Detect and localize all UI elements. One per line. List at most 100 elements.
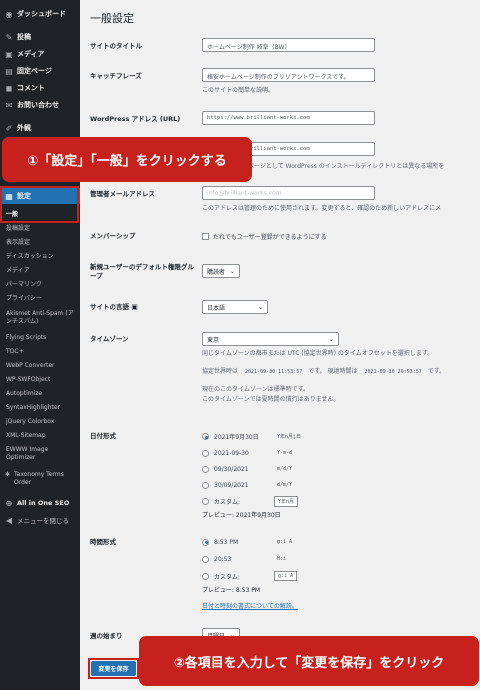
time-format-text: 8:53 PM: [214, 538, 239, 546]
wp-address-label: WordPress アドレス (URL): [90, 115, 181, 123]
date-format-text: 30/09/2021: [214, 481, 249, 489]
local-time: 2021-09-30 20:53:57: [361, 367, 425, 377]
radio-button[interactable]: [202, 498, 209, 505]
sidebar-item-comments[interactable]: ◼ コメント: [0, 81, 80, 95]
date-format-label: 日付形式: [90, 432, 116, 440]
tagline-description: このサイトの簡単な説明。: [202, 87, 275, 94]
date-format-option[interactable]: 09/30/2021 m/d/Y: [202, 465, 296, 473]
time-format-option[interactable]: 8:53 PM g:i A: [202, 538, 296, 546]
admin-sidebar: ◉ ダッシュボード ✎ 投稿 ▣ メディア ▤ 固定ページ ◼ コメント ✉ お問い合わせ …: [0, 0, 80, 690]
membership-checkbox[interactable]: [202, 233, 209, 240]
chevron-down-icon: ⌄: [229, 267, 235, 275]
submenu-swfobject[interactable]: WP-SWFObject: [6, 376, 78, 384]
time-format-text: カスタム:: [214, 573, 241, 581]
date-format-option[interactable]: カスタム: Y年n月: [202, 496, 299, 507]
wp-address-input[interactable]: https://www.brilliant-works.com: [202, 111, 375, 125]
date-format-option[interactable]: 2021-09-30 Y-m-d: [202, 449, 296, 457]
collapse-menu-button[interactable]: ◀ メニューを閉じる: [0, 514, 80, 526]
radio-button[interactable]: [202, 465, 209, 473]
site-language-value: 日本語: [207, 304, 226, 312]
sidebar-item-posts[interactable]: ✎ 投稿: [0, 30, 80, 44]
collapse-label: メニューを閉じる: [17, 517, 69, 525]
submenu-ewww[interactable]: EWWW Image Optimizer: [6, 446, 58, 462]
submenu-media[interactable]: メディア: [6, 267, 78, 275]
sidebar-item-aioseo[interactable]: ⊕ All in One SEO: [0, 497, 80, 509]
timezone-description: 同じタイムゾーンの都市または UTC (協定世界時) のタイムオフセットを選択し…: [202, 350, 434, 357]
submenu-autoptimize[interactable]: Autoptimize: [6, 390, 78, 398]
sidebar-item-label: 固定ページ: [17, 67, 52, 75]
submenu-flying-scripts[interactable]: Flying Scripts: [6, 334, 78, 342]
submenu-akismet[interactable]: Akismet Anti-Spam (アンチスパム): [6, 310, 78, 326]
timezone-select[interactable]: 東京 ⌄: [202, 332, 339, 346]
submenu-toc[interactable]: TOC+: [6, 348, 78, 356]
radio-button[interactable]: [202, 538, 209, 546]
site-language-select[interactable]: 日本語 ⌄: [202, 300, 268, 314]
time-preview: プレビュー: 8:53 PM: [202, 587, 261, 594]
time-format-option[interactable]: カスタム: g:i A: [202, 571, 298, 581]
timezone-label: タイムゾーン: [90, 335, 129, 343]
date-format-option[interactable]: 30/09/2021 d/m/Y: [202, 481, 296, 489]
date-time-doc-link[interactable]: 日付と時刻の書式についての解説。: [202, 603, 298, 611]
submenu-webp[interactable]: WebP Converter: [6, 362, 78, 370]
membership-text: だれでもユーザー登録ができるようにする: [213, 234, 327, 241]
date-format-code: d/m/Y: [274, 481, 296, 489]
translate-icon: ▣: [131, 303, 138, 311]
media-icon: ▣: [5, 49, 13, 59]
date-format-text: 09/30/2021: [214, 465, 249, 473]
sidebar-item-media[interactable]: ▣ メディア: [0, 47, 80, 61]
sidebar-item-label: メディア: [17, 50, 45, 58]
radio-button[interactable]: [202, 433, 209, 440]
date-format-option[interactable]: 2021年9月30日 Y年n月j日: [202, 432, 305, 441]
time-format-option[interactable]: 20:53 H:i: [202, 555, 290, 563]
admin-email-input[interactable]: info@brilliant-works.com: [202, 186, 375, 200]
time-readout: 協定世界時は 2021-09-30 11:53:57 です。 現地時間は 202…: [202, 367, 445, 377]
admin-email-label: 管理者メールアドレス: [90, 190, 155, 198]
membership-label: メンバーシップ: [90, 232, 136, 240]
submenu-xml-sitemap[interactable]: XML-Sitemap: [6, 432, 78, 440]
radio-button[interactable]: [202, 481, 209, 489]
sidebar-item-appearance[interactable]: ✐ 外観: [0, 121, 80, 135]
sidebar-item-label: コメント: [17, 84, 45, 92]
site-title-input[interactable]: ホームページ制作 岐阜（BW）: [202, 38, 375, 52]
default-role-select[interactable]: 購読者 ⌄: [202, 264, 240, 278]
comment-icon: ◼: [5, 83, 13, 93]
collapse-icon: ◀: [5, 515, 13, 525]
page-icon: ▤: [5, 66, 13, 76]
callout-step-one: ①「設定」「一般」をクリックする: [2, 137, 252, 182]
submenu-privacy[interactable]: プライバシー: [6, 295, 78, 303]
save-highlight-box: [88, 658, 139, 679]
radio-button[interactable]: [202, 555, 209, 563]
timezone-value: 東京: [207, 336, 220, 344]
utc-time: 2021-09-30 11:53:57: [242, 367, 306, 377]
sidebar-item-pages[interactable]: ▤ 固定ページ: [0, 64, 80, 78]
sidebar-item-label: 投稿: [17, 33, 31, 41]
date-format-text: カスタム:: [214, 499, 241, 506]
sidebar-item-contact[interactable]: ✉ お問い合わせ: [0, 98, 80, 112]
radio-button[interactable]: [202, 449, 209, 457]
date-format-code: Y年n月j日: [274, 432, 305, 441]
submenu-writing[interactable]: 投稿設定: [6, 225, 78, 233]
submenu-colorbox[interactable]: jQuery Colorbox: [6, 418, 78, 426]
time-format-code: H:i: [274, 555, 290, 563]
submenu-taxonomy[interactable]: Taxonomy Terms Order: [6, 471, 68, 487]
sidebar-item-dashboard[interactable]: ◉ ダッシュボード: [0, 7, 80, 21]
custom-date-input[interactable]: Y年n月: [274, 496, 299, 507]
submenu-permalink[interactable]: パーマリンク: [6, 281, 78, 289]
default-role-label: 新規ユーザーのデフォルト権限グループ: [90, 263, 194, 280]
mail-icon: ✉: [5, 100, 13, 110]
default-role-value: 購読者: [207, 268, 226, 276]
time-format-text: 20:53: [214, 555, 232, 563]
utc-label: 協定世界時は: [202, 368, 239, 375]
dst-line-2: このタイムゾーンでは夏時間の慣行はありません。: [202, 396, 340, 403]
gear-icon: ✱: [5, 471, 11, 478]
radio-button[interactable]: [202, 572, 209, 580]
submenu-discussion[interactable]: ディスカッション: [6, 253, 78, 261]
submenu-syntaxhighlighter[interactable]: SyntaxHighlighter: [6, 404, 78, 412]
submenu-reading[interactable]: 表示設定: [6, 239, 78, 247]
week-start-label: 週の始まり: [90, 632, 123, 640]
tagline-input[interactable]: 格安ホームページ制作のブリリアントワークスです。: [202, 68, 375, 82]
time-end: です。: [427, 368, 446, 375]
dashboard-icon: ◉: [5, 9, 13, 19]
membership-option[interactable]: だれでもユーザー登録ができるようにする: [202, 232, 327, 241]
custom-time-input[interactable]: g:i A: [274, 571, 298, 581]
